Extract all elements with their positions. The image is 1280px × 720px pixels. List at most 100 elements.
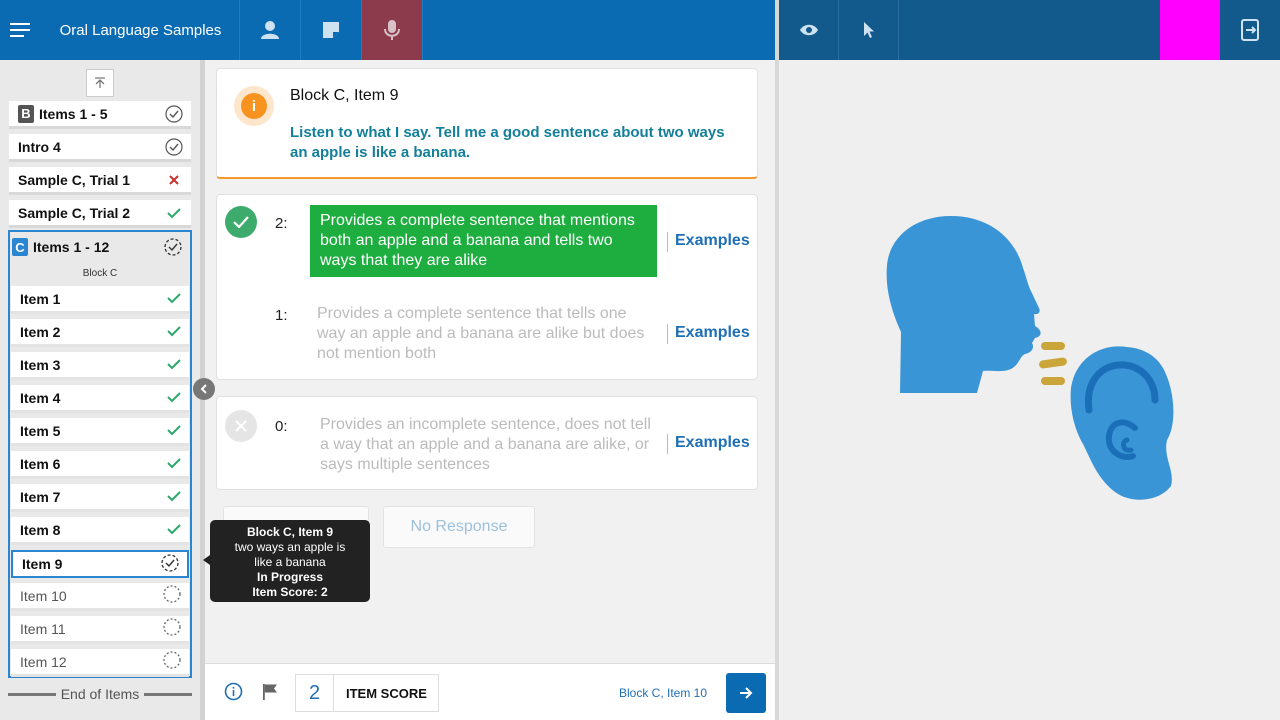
sidebar-item-label: Item 8 xyxy=(20,521,61,538)
flag-button[interactable] xyxy=(261,683,279,706)
magenta-button[interactable] xyxy=(1160,0,1220,60)
score-1-number: 1: xyxy=(275,307,288,324)
flag-icon xyxy=(263,684,277,700)
hamburger-icon xyxy=(10,23,30,37)
sidebar-item-label: Item 2 xyxy=(20,323,61,340)
sidebar-item-item-5[interactable]: Item 5 xyxy=(11,418,189,446)
score-0-x-button[interactable] xyxy=(225,410,257,442)
score-zero-card: 0: Provides an incomplete sentence, does… xyxy=(216,396,758,490)
sidebar-item-label: Item 12 xyxy=(20,653,67,670)
sidebar-item-item-7[interactable]: Item 7 xyxy=(11,484,189,512)
question-title: Block C, Item 9 xyxy=(290,87,399,104)
sidebar: B Items 1 - 5 Intro 4 Sample C, Trial 1 … xyxy=(0,60,200,720)
score-0-examples-link[interactable]: Examples xyxy=(675,434,750,452)
view-button[interactable] xyxy=(779,0,839,60)
check-icon xyxy=(167,390,181,406)
sidebar-item-item-9[interactable]: Item 9 xyxy=(11,550,189,578)
sidebar-item-sample-c-trial-2[interactable]: Sample C, Trial 2 xyxy=(9,200,191,228)
collapse-sidebar-button[interactable] xyxy=(193,378,215,400)
scroll-top-button[interactable] xyxy=(86,69,114,97)
sidebar-item-sample-c-trial-1[interactable]: Sample C, Trial 1 xyxy=(9,167,191,195)
sidebar-item-label: Item 11 xyxy=(20,620,66,637)
tooltip-status: In Progress xyxy=(256,570,324,584)
tooltip-description: two ways an apple is like a banana xyxy=(234,540,346,569)
no-response-button[interactable]: No Response xyxy=(383,506,535,548)
top-bar-right xyxy=(779,0,1280,60)
sidebar-item-intro-4[interactable]: Intro 4 xyxy=(9,134,191,162)
info-icon: i xyxy=(234,86,274,126)
score-0-option[interactable]: Provides an incomplete sentence, does no… xyxy=(320,415,660,475)
exit-button[interactable] xyxy=(1220,0,1280,60)
block-sub-label: Block C xyxy=(82,268,118,279)
sidebar-item-item-1[interactable]: Item 1 xyxy=(11,286,189,314)
question-prompt: Listen to what I say. Tell me a good sen… xyxy=(290,124,725,161)
check-icon xyxy=(233,216,249,228)
score-options-card: 2: Provides a complete sentence that men… xyxy=(216,194,758,380)
eye-icon xyxy=(799,24,818,36)
sidebar-item-label: Items 1 - 5 xyxy=(39,105,108,122)
divider xyxy=(667,232,668,252)
sidebar-item-label: Items 1 - 12 xyxy=(33,239,110,255)
sidebar-item-label: Sample C, Trial 1 xyxy=(18,171,131,188)
end-of-items: End of Items xyxy=(8,686,192,702)
question-card: i Block C, Item 9 Listen to what I say. … xyxy=(216,68,758,179)
sound-waves-icon xyxy=(1039,342,1067,385)
item-score-label: ITEM SCORE xyxy=(346,685,427,701)
check-icon xyxy=(167,357,181,373)
block-c-group: C Items 1 - 12 Block C Item 1 Item 2 Ite… xyxy=(8,230,192,678)
sidebar-item-item-12[interactable]: Item 12 xyxy=(11,649,189,677)
sidebar-item-label: Item 6 xyxy=(20,455,61,472)
sidebar-item-label: Intro 4 xyxy=(18,138,61,155)
score-0-number: 0: xyxy=(275,418,288,435)
check-circle-icon xyxy=(165,104,183,123)
check-icon xyxy=(167,522,181,538)
next-item-label[interactable]: Block C, Item 10 xyxy=(619,686,707,700)
block-badge: B xyxy=(18,104,34,123)
sidebar-item-item-8[interactable]: Item 8 xyxy=(11,517,189,545)
head-icon xyxy=(886,216,1041,393)
microphone-button[interactable] xyxy=(362,0,423,60)
app-title: Oral Language Samples xyxy=(42,0,240,60)
sidebar-item-item-4[interactable]: Item 4 xyxy=(11,385,189,413)
score-2-examples-link[interactable]: Examples xyxy=(675,232,750,250)
info-circle-icon xyxy=(224,682,243,701)
sidebar-item-label: Item 1 xyxy=(20,290,61,307)
block-badge: C xyxy=(12,238,28,256)
dashed-circle-icon xyxy=(163,618,181,639)
person-icon xyxy=(261,21,279,39)
sidebar-item-item-11[interactable]: Item 11 xyxy=(11,616,189,644)
sidebar-item-item-6[interactable]: Item 6 xyxy=(11,451,189,479)
footer-bar: 2 ITEM SCORE Block C, Item 10 xyxy=(205,663,775,720)
divider xyxy=(667,434,668,454)
sidebar-item-block-b[interactable]: B Items 1 - 5 xyxy=(9,101,191,129)
score-2-option[interactable]: Provides a complete sentence that mentio… xyxy=(310,205,657,277)
sidebar-item-label: Item 7 xyxy=(20,488,61,505)
pointer-button[interactable] xyxy=(839,0,899,60)
sidebar-item-label: Item 10 xyxy=(20,587,67,604)
sidebar-item-item-10[interactable]: Item 10 xyxy=(11,583,189,611)
note-icon xyxy=(323,22,339,38)
cursor-icon xyxy=(863,22,874,38)
sidebar-item-item-2[interactable]: Item 2 xyxy=(11,319,189,347)
check-icon xyxy=(165,204,183,222)
progress-circle-icon xyxy=(164,238,182,256)
check-icon xyxy=(167,423,181,439)
score-2-check-button[interactable] xyxy=(225,206,257,238)
sidebar-item-item-3[interactable]: Item 3 xyxy=(11,352,189,380)
notes-button[interactable] xyxy=(301,0,362,60)
info-button[interactable] xyxy=(224,682,243,706)
sidebar-item-block-c[interactable]: C Items 1 - 12 xyxy=(10,232,190,262)
dashed-circle-icon xyxy=(163,585,181,606)
microphone-icon xyxy=(384,20,400,40)
item-tooltip: Block C, Item 9 two ways an apple is lik… xyxy=(210,520,370,602)
student-button[interactable] xyxy=(240,0,301,60)
score-1-option[interactable]: Provides a complete sentence that tells … xyxy=(317,304,657,364)
divider xyxy=(667,324,668,344)
arrow-right-icon xyxy=(740,687,753,699)
tooltip-title: Block C, Item 9 xyxy=(246,525,334,539)
item-score-value: 2 xyxy=(296,675,334,711)
check-icon xyxy=(167,324,181,340)
next-button[interactable] xyxy=(726,673,766,713)
menu-button[interactable] xyxy=(0,0,42,60)
score-1-examples-link[interactable]: Examples xyxy=(675,324,750,342)
